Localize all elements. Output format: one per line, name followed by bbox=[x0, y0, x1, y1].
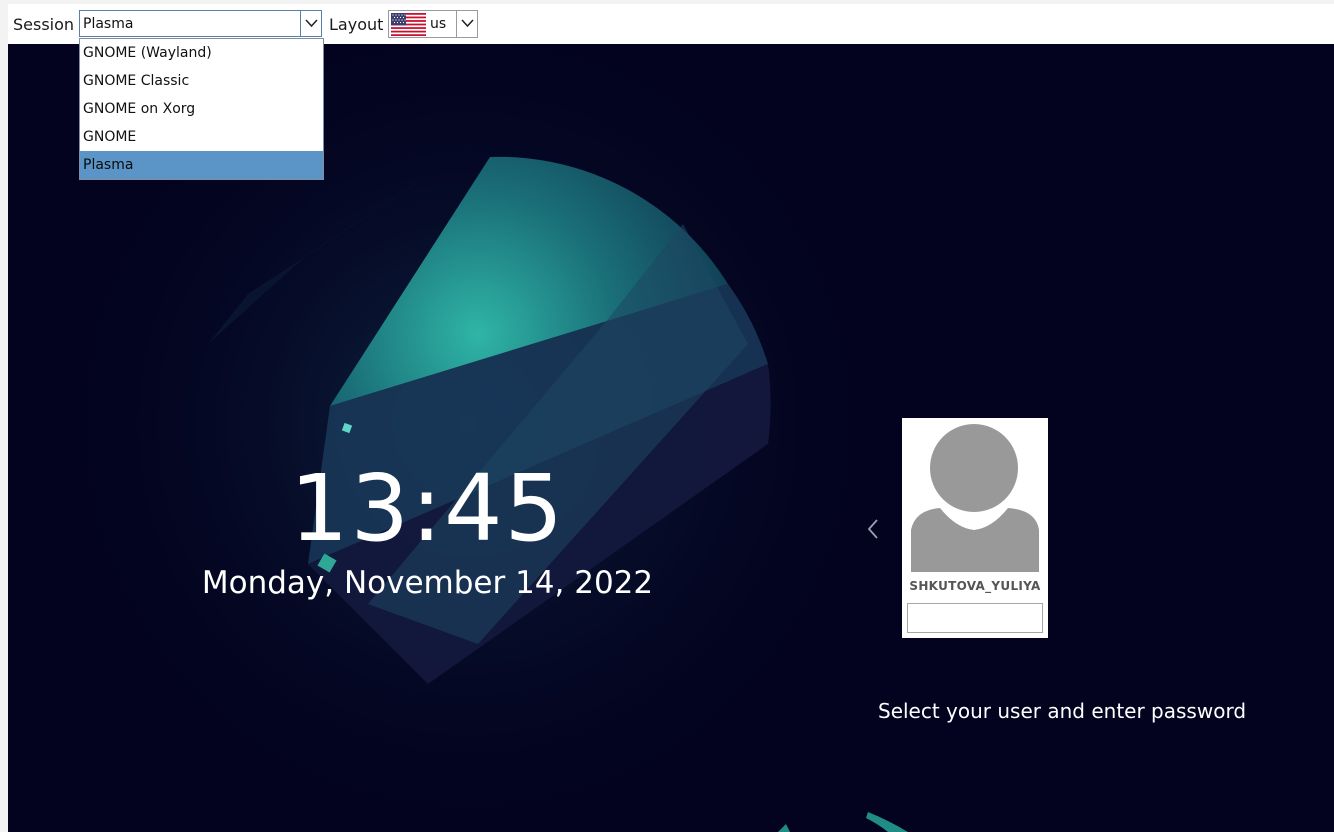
session-option-gnome-xorg[interactable]: GNOME on Xorg bbox=[80, 95, 323, 123]
clock-date: Monday, November 14, 2022 bbox=[201, 565, 654, 601]
layout-dropdown-button[interactable] bbox=[456, 11, 477, 37]
user-avatar-icon bbox=[910, 422, 1040, 574]
login-hint: Select your user and enter password bbox=[878, 699, 1247, 723]
chevron-down-icon bbox=[461, 19, 474, 28]
session-dropdown-button[interactable] bbox=[300, 11, 321, 36]
session-option-plasma[interactable]: Plasma bbox=[80, 151, 323, 179]
layout-selected-value: us bbox=[430, 16, 447, 32]
session-option-gnome[interactable]: GNOME bbox=[80, 123, 323, 151]
user-name: SHKUTOVA_YULIYA bbox=[909, 579, 1041, 593]
user-card[interactable]: SHKUTOVA_YULIYA bbox=[902, 418, 1048, 638]
password-field[interactable] bbox=[907, 603, 1043, 633]
session-select[interactable]: Plasma bbox=[79, 10, 322, 37]
chevron-down-icon bbox=[305, 19, 318, 28]
session-options-list: GNOME (Wayland) GNOME Classic GNOME on X… bbox=[79, 38, 324, 180]
us-flag-icon bbox=[391, 13, 426, 36]
session-option-gnome-wayland[interactable]: GNOME (Wayland) bbox=[80, 39, 323, 67]
session-option-gnome-classic[interactable]: GNOME Classic bbox=[80, 67, 323, 95]
session-label: Session bbox=[13, 15, 75, 34]
previous-user-chevron-left-icon[interactable] bbox=[865, 517, 883, 541]
layout-label: Layout bbox=[329, 15, 384, 34]
session-selected-value: Plasma bbox=[83, 16, 134, 32]
clock-time: 13:45 bbox=[289, 455, 566, 562]
layout-select[interactable]: us bbox=[388, 10, 478, 38]
